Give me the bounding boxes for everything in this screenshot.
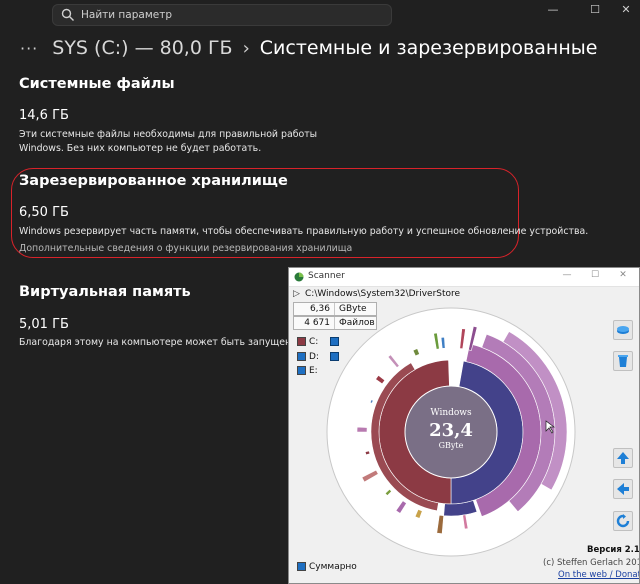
- sunburst-chart[interactable]: Windows 23,4 GByte: [326, 289, 576, 579]
- sunburst-center-label: Windows: [430, 408, 472, 418]
- reserved-storage-size: 6,50 ГБ: [19, 205, 69, 220]
- scan-drive-button[interactable]: [613, 320, 633, 340]
- go-up-button[interactable]: [613, 448, 633, 468]
- minimize-button[interactable]: —: [543, 3, 563, 17]
- sunburst-center-value: 23,4: [429, 420, 473, 441]
- search-box[interactable]: [52, 4, 392, 26]
- close-button[interactable]: ✕: [616, 3, 636, 17]
- refresh-button[interactable]: [613, 511, 633, 531]
- breadcrumb-parent-link[interactable]: SYS (C:) — 80,0 ГБ: [52, 37, 232, 59]
- virtual-memory-size: 5,01 ГБ: [19, 317, 69, 332]
- go-back-button[interactable]: [613, 479, 633, 499]
- arrow-up-icon: [617, 452, 629, 464]
- drive-scan-icon: [617, 326, 629, 334]
- drive-e-label: E:: [309, 365, 318, 376]
- system-files-desc-2: Windows. Без них компьютер не будет рабо…: [19, 143, 262, 154]
- system-files-size: 14,6 ГБ: [19, 108, 69, 123]
- virtual-memory-title: Виртуальная память: [19, 284, 191, 300]
- drive-c[interactable]: C:: [297, 336, 318, 347]
- summary-icon: [297, 562, 306, 571]
- drive-d-label: D:: [309, 351, 319, 362]
- reserved-storage-link[interactable]: Дополнительные сведения о функции резерв…: [19, 243, 352, 254]
- scanner-title: Scanner: [308, 271, 345, 281]
- scanner-version: Версия 2.13: [587, 545, 640, 555]
- drive-icon: [297, 352, 306, 361]
- breadcrumb-more-button[interactable]: ···: [20, 39, 38, 58]
- scanner-copyright: (c) Steffen Gerlach 2012: [543, 558, 640, 568]
- sunburst-spike[interactable]: [356, 426, 368, 433]
- recycle-bin-icon: [618, 355, 628, 367]
- recycle-bin-button[interactable]: [613, 351, 633, 371]
- scanner-titlebar: Scanner — ☐ ✕: [289, 268, 639, 287]
- reserved-storage-desc: Windows резервирует часть памяти, чтобы …: [19, 226, 589, 237]
- search-icon: [61, 8, 74, 21]
- arrow-left-icon: [617, 483, 629, 495]
- scanner-minimize-button[interactable]: —: [559, 270, 575, 280]
- breadcrumb: ··· SYS (C:) — 80,0 ГБ › Системные и зар…: [20, 35, 597, 61]
- chevron-right-icon: ›: [242, 37, 250, 59]
- drive-c-label: C:: [309, 336, 319, 347]
- sunburst-center-unit: GByte: [439, 441, 464, 450]
- refresh-icon: [616, 514, 630, 528]
- drive-d[interactable]: D:: [297, 351, 319, 362]
- arrow-right-icon: ▷: [293, 289, 300, 299]
- scanner-web-donate-link[interactable]: On the web / Donate: [558, 570, 639, 580]
- system-files-desc-1: Эти системные файлы необходимы для прави…: [19, 129, 318, 140]
- drive-icon: [297, 337, 306, 346]
- scanner-close-button[interactable]: ✕: [615, 270, 631, 280]
- reserved-storage-title: Зарезервированное хранилище: [19, 173, 288, 189]
- summary-label: Суммарно: [309, 561, 357, 572]
- maximize-button[interactable]: ☐: [585, 3, 605, 17]
- virtual-memory-desc: Благодаря этому на компьютере может быть…: [19, 337, 335, 348]
- search-input[interactable]: [81, 7, 381, 23]
- sunburst-spike[interactable]: [364, 450, 371, 456]
- page-title: Системные и зарезервированные: [259, 37, 598, 59]
- summary-toggle[interactable]: Суммарно: [297, 561, 357, 572]
- scanner-maximize-button[interactable]: ☐: [587, 270, 603, 280]
- scanner-app-icon: [294, 272, 304, 282]
- scanner-window: Scanner — ☐ ✕ ▷ C:\Windows\System32\Drive…: [288, 267, 640, 584]
- drive-e[interactable]: E:: [297, 365, 318, 376]
- system-files-title: Системные файлы: [19, 76, 175, 92]
- drive-icon: [297, 366, 306, 375]
